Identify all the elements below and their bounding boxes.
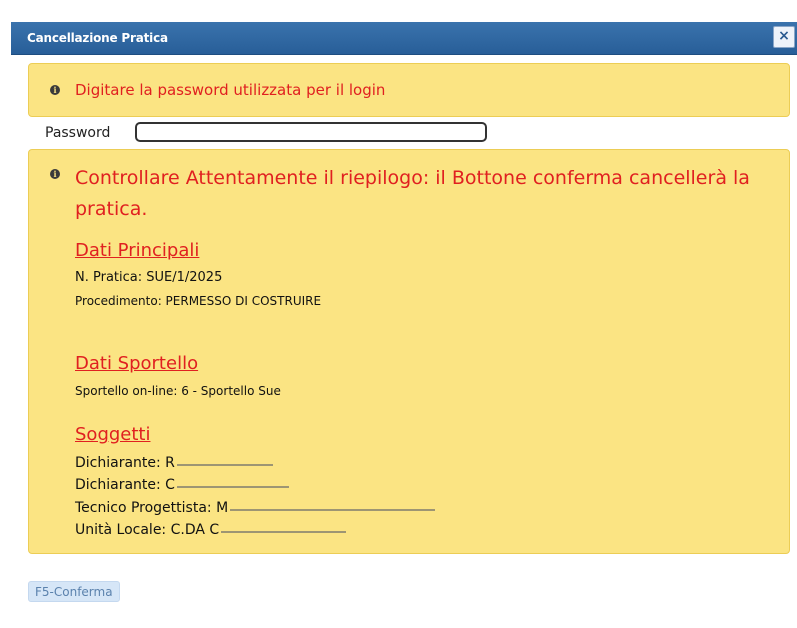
info-icon: i: [50, 85, 60, 95]
sportello-online: Sportello on-line: 6 - Sportello Sue: [75, 384, 281, 398]
soggetto-row: Unità Locale: C.DA C: [75, 522, 347, 538]
redacted-text: [176, 464, 273, 466]
info-icon: i: [50, 169, 60, 179]
password-input[interactable]: [135, 122, 487, 142]
procedimento: Procedimento: PERMESSO DI COSTRUIRE: [75, 294, 322, 308]
section-title-dati-sportello: Dati Sportello: [75, 353, 199, 374]
close-button[interactable]: ×: [773, 26, 795, 48]
soggetto-text: Unità Locale: C.DA C: [75, 522, 220, 538]
soggetto-row: Dichiarante: C: [75, 477, 289, 493]
section-title-soggetti: Soggetti: [75, 424, 151, 445]
redacted-text: [230, 509, 436, 511]
redacted-text: [221, 531, 347, 533]
section-title-dati-principali: Dati Principali: [75, 240, 200, 261]
soggetto-text: Dichiarante: R: [75, 455, 175, 471]
summary-panel: i Controllare Attentamente il riepilogo:…: [28, 149, 790, 554]
soggetto-text: Dichiarante: C: [75, 477, 175, 493]
soggetto-text: Tecnico Progettista: M: [75, 500, 229, 516]
numero-pratica: N. Pratica: SUE/1/2025: [75, 270, 223, 285]
password-notice-message: Digitare la password utilizzata per il l…: [75, 81, 386, 99]
cancellation-dialog: Cancellazione Pratica × i Digitare la pa…: [11, 22, 797, 628]
soggetto-row: Dichiarante: R: [75, 455, 273, 471]
soggetto-row: Tecnico Progettista: M: [75, 500, 436, 516]
password-notice: i Digitare la password utilizzata per il…: [28, 63, 790, 117]
confirm-button[interactable]: F5-Conferma: [28, 581, 120, 602]
dialog-title: Cancellazione Pratica: [27, 31, 168, 45]
dialog-titlebar[interactable]: Cancellazione Pratica ×: [11, 22, 797, 55]
summary-warning: Controllare Attentamente il riepilogo: i…: [75, 167, 750, 220]
redacted-text: [176, 486, 289, 488]
password-label: Password: [45, 125, 111, 141]
